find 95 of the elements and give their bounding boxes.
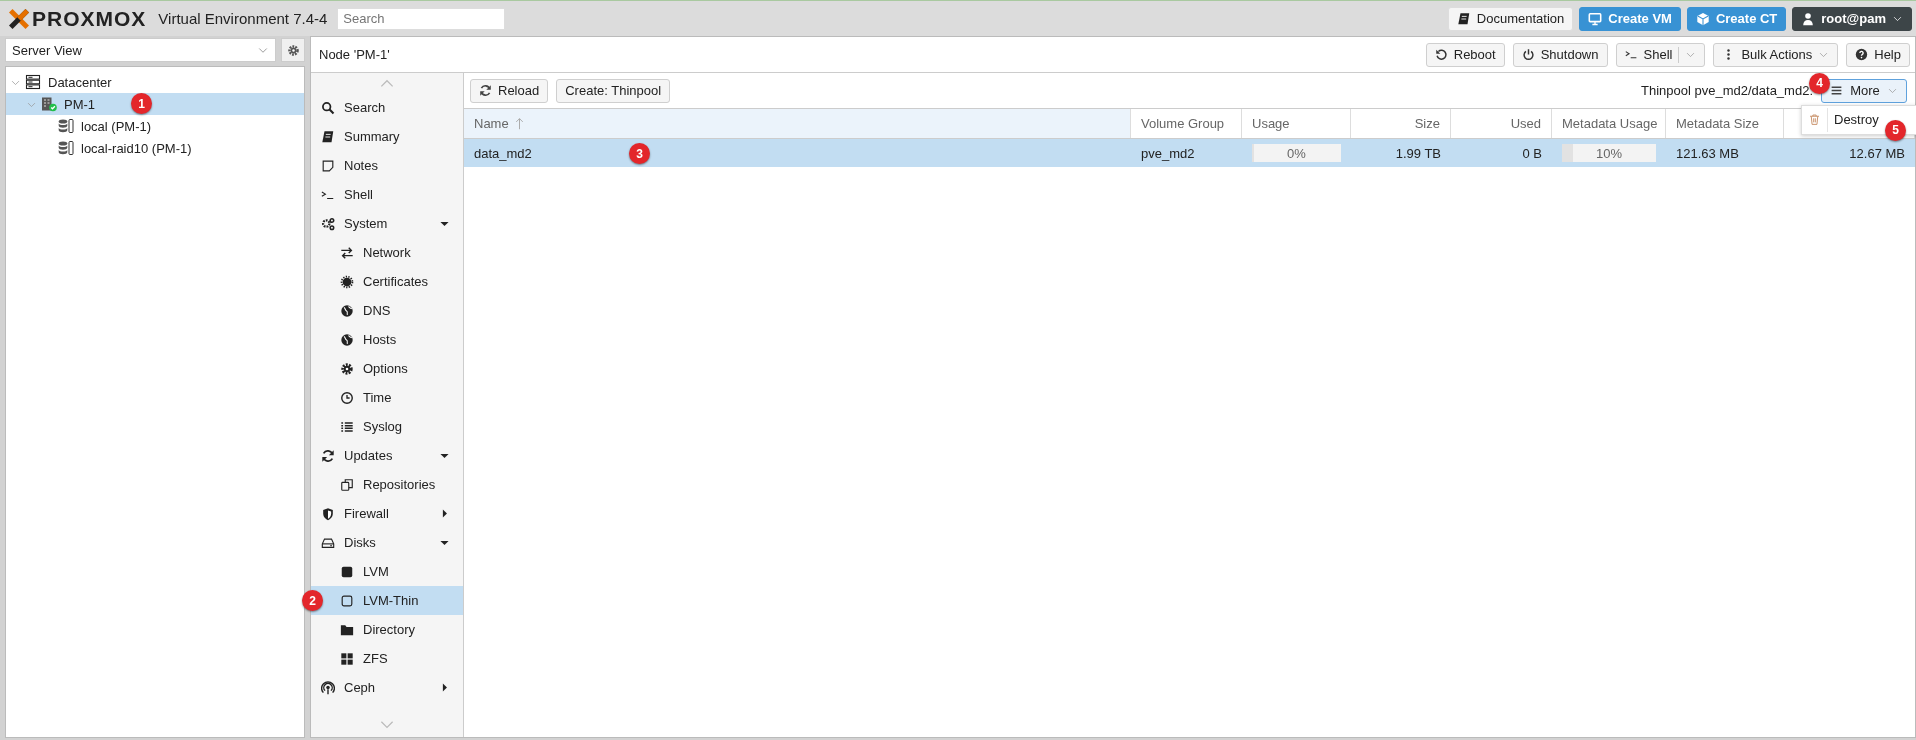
logo-wordmark: PROXMOX	[32, 6, 147, 31]
usage-bar: 10%	[1562, 144, 1656, 162]
toolbar-button[interactable]: Create: Thinpool	[556, 78, 671, 103]
annotation-badge: 3	[629, 143, 650, 164]
nav-item[interactable]: Firewall	[311, 499, 463, 528]
nav-item[interactable]: Network	[311, 238, 463, 267]
search-field[interactable]: Search	[337, 7, 506, 30]
search-icon	[321, 100, 335, 115]
toolbar-button[interactable]: Shell	[1615, 42, 1706, 67]
nav-item[interactable]: Syslog	[311, 412, 463, 441]
user-icon	[1801, 11, 1816, 26]
nav-item[interactable]: Options	[311, 354, 463, 383]
nav-item[interactable]: Disks	[311, 528, 463, 557]
globe-icon	[340, 303, 354, 318]
annotation-badge: 5	[1885, 119, 1906, 141]
signal-icon	[321, 680, 335, 695]
nav-item[interactable]: System	[311, 209, 463, 238]
arrows-icon	[340, 245, 354, 260]
annotation-badge: 1	[131, 93, 152, 114]
column-header[interactable]: Size	[1351, 109, 1451, 138]
column-header[interactable]: Metadata Size	[1666, 109, 1784, 138]
table-row[interactable]: data_md2 3 pve_md2 0% 1.99 TB 0 B 10% 121.63 MB 12.67 MB	[464, 139, 1915, 167]
list-icon	[340, 419, 354, 434]
trash-icon	[1808, 113, 1821, 126]
book-icon	[1456, 11, 1471, 26]
column-header[interactable]: Volume Group	[1131, 109, 1242, 138]
nav-item[interactable]: Hosts	[311, 325, 463, 354]
square-icon	[340, 564, 354, 579]
table-cell: 0 B	[1522, 145, 1542, 161]
column-header[interactable]: Usage	[1242, 109, 1351, 138]
table-cell: data_md2	[474, 145, 532, 161]
column-header[interactable]: Metadata Usage	[1552, 109, 1666, 138]
drive-icon	[321, 535, 335, 550]
server-rack-icon	[25, 74, 41, 90]
settings-button[interactable]	[281, 38, 305, 62]
tree-item[interactable]: local (PM-1)	[6, 115, 304, 137]
panel-title: Node 'PM-1'	[319, 47, 391, 62]
refresh-icon	[321, 448, 335, 463]
toolbar-button[interactable]: Reload	[470, 78, 549, 103]
seal-icon	[340, 274, 354, 289]
grid-icon	[340, 651, 354, 666]
user-menu-button[interactable]: root@pam	[1792, 6, 1912, 31]
menu-icon	[1830, 84, 1843, 97]
clock-icon	[340, 390, 354, 405]
nav-item[interactable]: Time	[311, 383, 463, 412]
tree-item[interactable]: Datacenter	[6, 71, 304, 93]
toolbar-button[interactable]: Reboot	[1425, 42, 1505, 67]
nav-item[interactable]: Directory	[311, 615, 463, 644]
table-cell: pve_md2	[1141, 145, 1195, 161]
tree-item[interactable]: local-raid10 (PM-1)	[6, 137, 304, 159]
nav-item[interactable]: ZFS	[311, 644, 463, 673]
toolbar-button[interactable]: Bulk Actions	[1713, 42, 1839, 67]
nav-item[interactable]: Notes	[311, 151, 463, 180]
globe-icon	[340, 332, 354, 347]
table-cell: 12.67 MB	[1849, 145, 1905, 161]
folder-icon	[340, 622, 354, 637]
monitor-icon	[1588, 11, 1603, 26]
reboot-icon	[1434, 48, 1448, 61]
nav-item[interactable]: Repositories	[311, 470, 463, 499]
terminal-icon	[1624, 48, 1638, 61]
copy-icon	[340, 477, 354, 492]
power-icon	[1521, 48, 1535, 61]
refresh-icon	[479, 84, 492, 97]
product-version: Virtual Environment 7.4-4	[158, 10, 328, 27]
nav-item[interactable]: Summary	[311, 122, 463, 151]
storage-icon	[58, 118, 74, 134]
column-header[interactable]: Name	[464, 109, 1131, 138]
table-cell: 1.99 TB	[1395, 145, 1441, 161]
tree-item[interactable]: PM-1 1	[6, 93, 304, 115]
header-button[interactable]: Documentation	[1447, 6, 1574, 31]
nav-item[interactable]: Search	[311, 93, 463, 122]
nav-item[interactable]: Certificates	[311, 267, 463, 296]
server-status-icon	[41, 96, 57, 112]
usage-bar: 0%	[1252, 144, 1341, 162]
nav-item[interactable]: Updates	[311, 441, 463, 470]
help-icon	[1855, 48, 1869, 61]
gears-icon	[321, 216, 335, 231]
toolbar-button[interactable]: Help	[1846, 42, 1910, 67]
cube-icon	[1695, 11, 1710, 26]
logo-mark-icon	[8, 7, 30, 30]
storage-icon	[58, 140, 74, 156]
table-cell: 121.63 MB	[1676, 145, 1739, 161]
view-select[interactable]: Server View	[5, 38, 276, 62]
nav-item[interactable]: Shell	[311, 180, 463, 209]
nav-item[interactable]: LVM	[311, 557, 463, 586]
gear-icon	[340, 361, 354, 376]
column-header[interactable]: Used	[1451, 109, 1552, 138]
nav-item[interactable]: Ceph	[311, 673, 463, 702]
shield-icon	[321, 506, 335, 521]
note-icon	[321, 158, 335, 173]
settings-icon	[286, 43, 300, 57]
square-outline-icon	[340, 593, 354, 608]
book-icon	[321, 129, 335, 144]
toolbar-button[interactable]: Shutdown	[1512, 42, 1608, 67]
nav-item[interactable]: DNS	[311, 296, 463, 325]
